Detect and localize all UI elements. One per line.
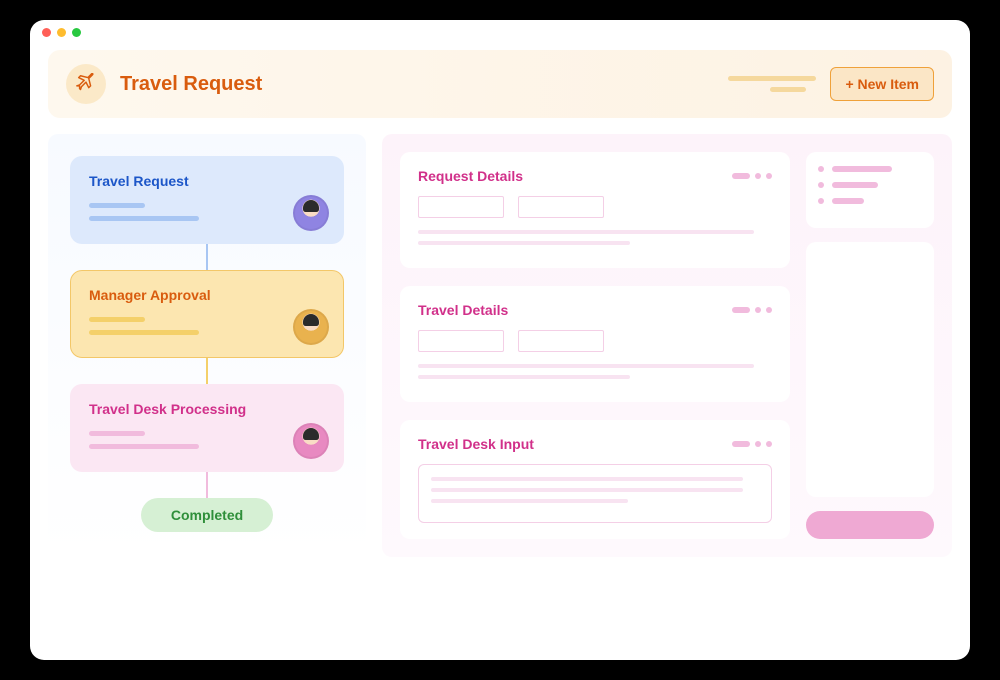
placeholder-line [431,477,743,481]
list-item[interactable] [818,166,922,172]
placeholder-line [832,182,878,188]
side-action-button[interactable] [806,511,934,539]
list-item[interactable] [818,182,922,188]
textarea-field[interactable] [418,464,772,523]
placeholder-line [418,375,630,379]
bullet-icon [818,198,824,204]
maximize-window-icon[interactable] [72,28,81,37]
side-preview-card [806,242,934,497]
workflow-step-title: Travel Desk Processing [89,401,325,417]
airplane-icon [75,73,97,95]
panel-request-details: Request Details [400,152,790,268]
placeholder-line [431,499,628,503]
titlebar [30,20,970,44]
workflow-step-travel-desk[interactable]: Travel Desk Processing [70,384,344,472]
workflow-connector [206,244,208,270]
placeholder-line [89,431,145,436]
placeholder-line [832,198,864,204]
side-list-card [806,152,934,228]
panel-travel-details: Travel Details [400,286,790,402]
placeholder-line [89,203,145,208]
details-sidebar [806,152,934,539]
input-field[interactable] [518,330,604,352]
minimize-window-icon[interactable] [57,28,66,37]
assignee-avatar [293,423,329,459]
page-header: Travel Request + New Item [48,50,952,118]
placeholder-line [418,364,754,368]
placeholder-line [431,488,743,492]
panel-title: Request Details [418,168,523,184]
details-area: Request Details Travel Details [382,134,952,557]
page-title: Travel Request [120,73,262,96]
header-decoration [728,76,816,92]
placeholder-line [89,444,199,449]
workflow-step-travel-request[interactable]: Travel Request [70,156,344,244]
bullet-icon [818,166,824,172]
placeholder-line [418,241,630,245]
input-field[interactable] [518,196,604,218]
panel-title: Travel Desk Input [418,436,534,452]
placeholder-line [832,166,892,172]
workflow-connector [206,472,208,498]
new-item-button[interactable]: + New Item [830,67,934,101]
assignee-avatar [293,309,329,345]
placeholder-line [89,216,199,221]
workflow-step-title: Travel Request [89,173,325,189]
input-field[interactable] [418,196,504,218]
panel-title: Travel Details [418,302,508,318]
bullet-icon [818,182,824,188]
workflow-step-manager-approval[interactable]: Manager Approval [70,270,344,358]
list-item[interactable] [818,198,922,204]
close-window-icon[interactable] [42,28,51,37]
panel-indicator-icon [732,307,772,313]
placeholder-line [418,230,754,234]
workflow-step-title: Manager Approval [89,287,325,303]
workflow-sidebar: Travel Request Manager Approval Travel D… [48,134,366,557]
workflow-connector [206,358,208,384]
placeholder-line [89,317,145,322]
header-icon-circle [66,64,106,104]
placeholder-line [89,330,199,335]
assignee-avatar [293,195,329,231]
panel-travel-desk-input: Travel Desk Input [400,420,790,539]
content: Travel Request Manager Approval Travel D… [30,118,970,557]
workflow-status-completed: Completed [141,498,273,532]
input-field[interactable] [418,330,504,352]
details-panels: Request Details Travel Details [400,152,790,539]
panel-indicator-icon [732,441,772,447]
panel-indicator-icon [732,173,772,179]
app-window: Travel Request + New Item Travel Request… [30,20,970,660]
